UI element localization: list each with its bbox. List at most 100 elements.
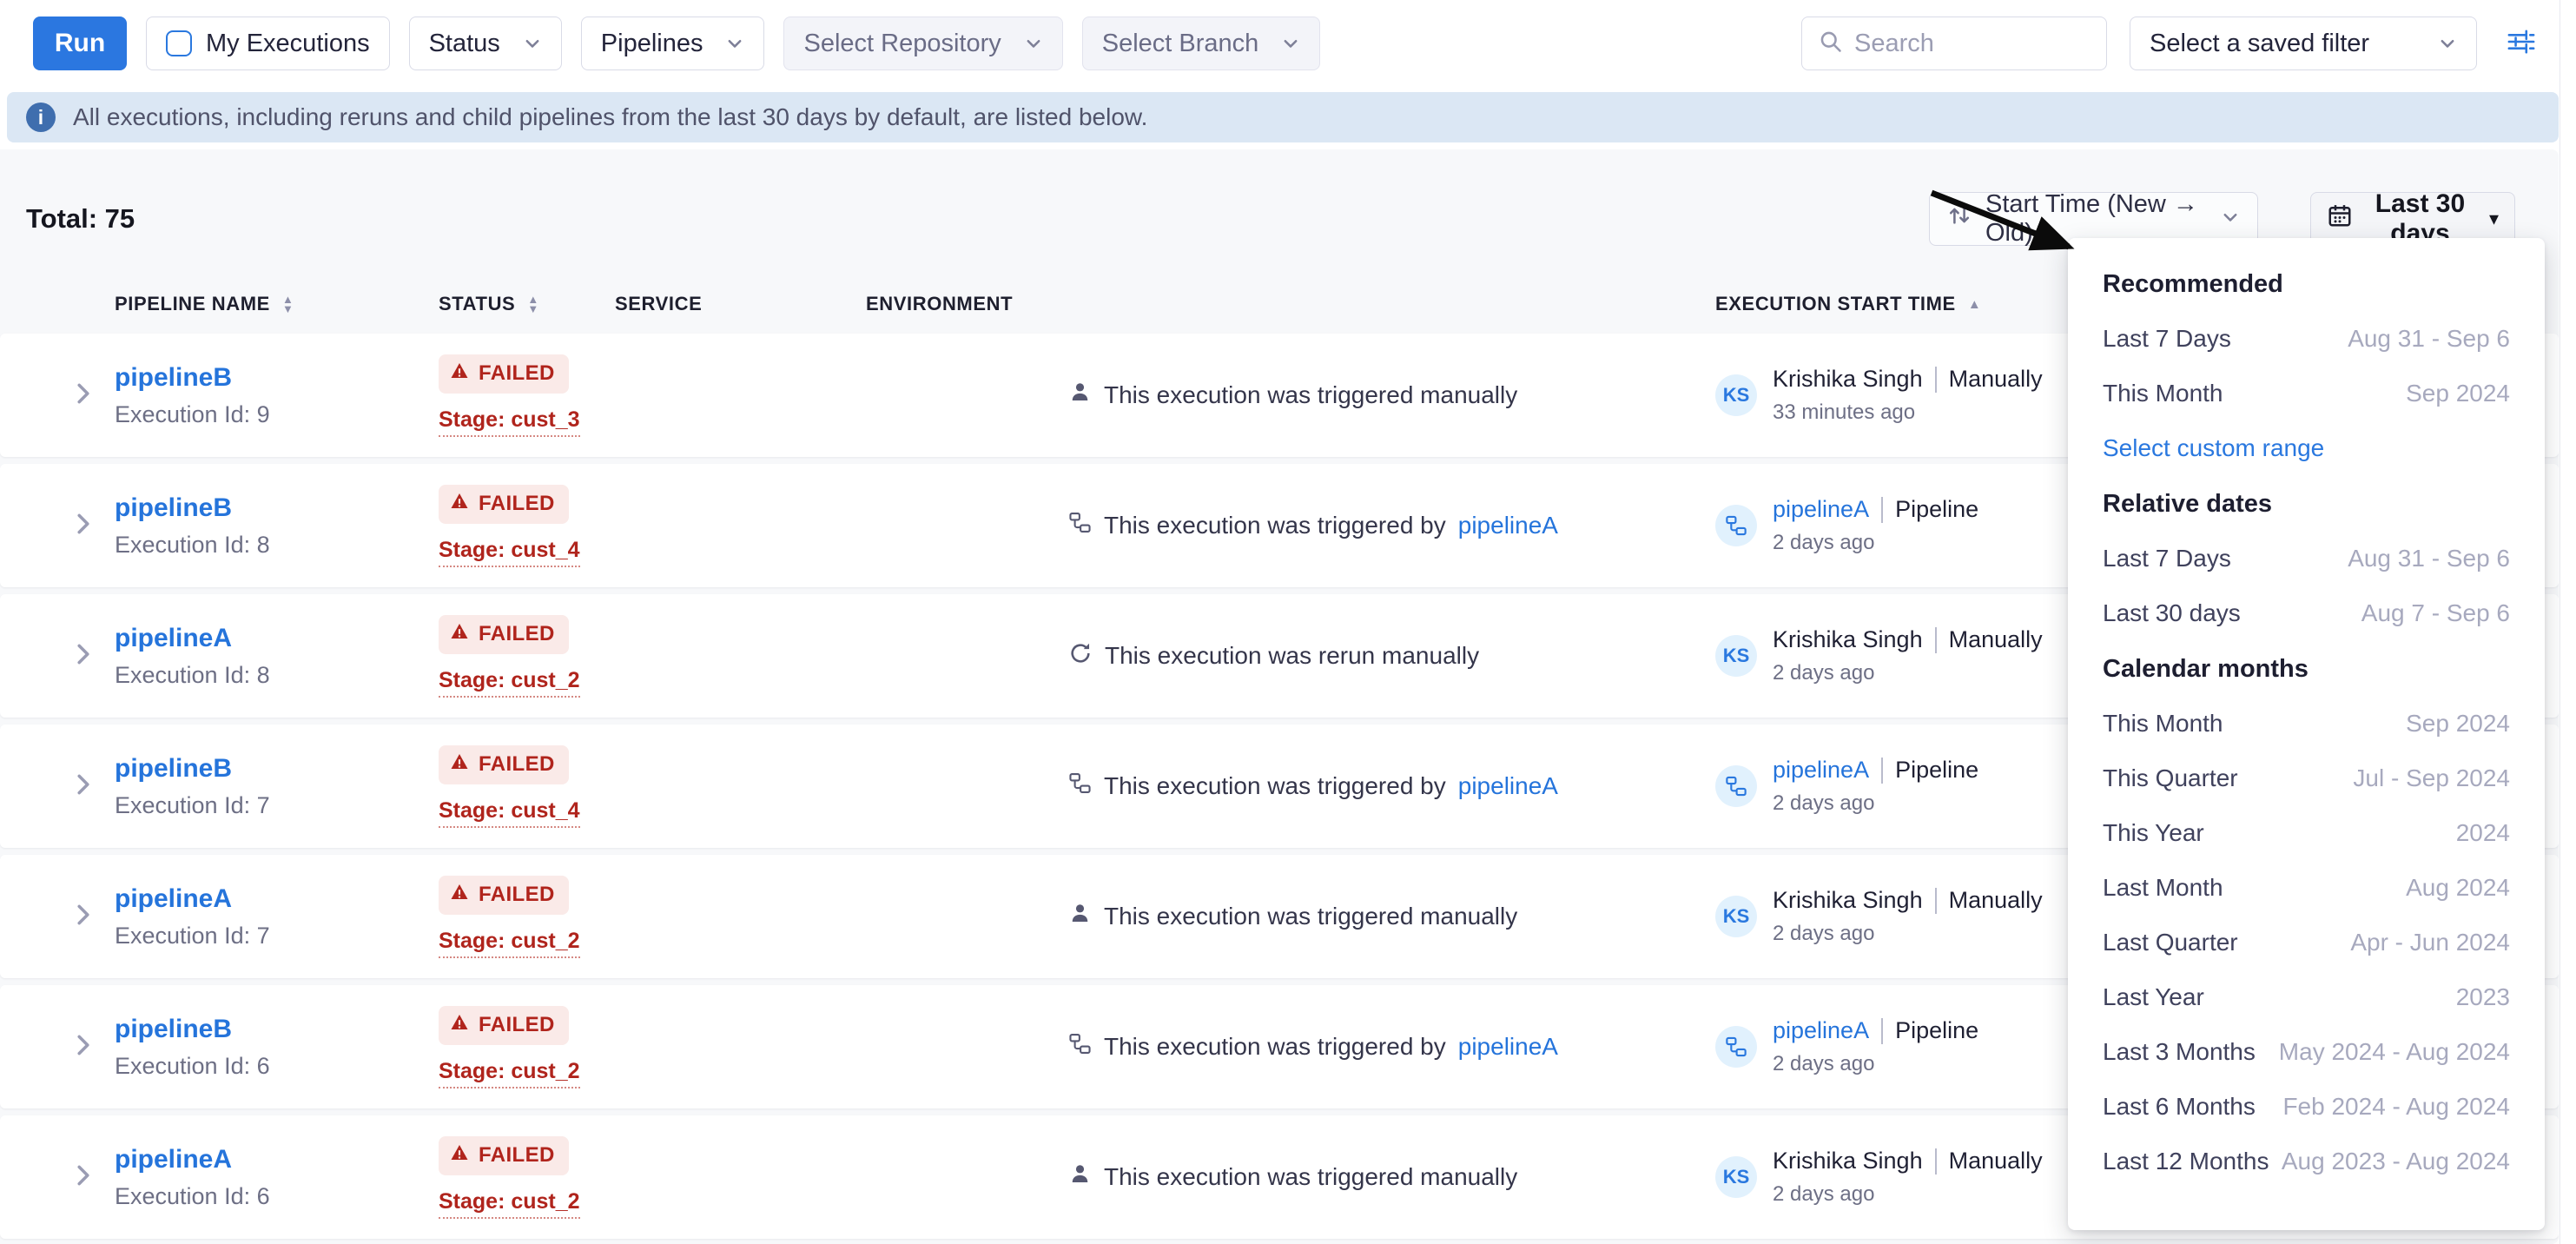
start-time-ago: 2 days ago — [1773, 531, 1978, 555]
menu-item[interactable]: Last 7 Days Aug 31 - Sep 6 — [2103, 324, 2510, 354]
pipeline-name-link[interactable]: pipelineA — [115, 884, 232, 914]
warning-icon — [449, 621, 470, 648]
row-expander[interactable] — [50, 510, 115, 542]
pipeline-name-link[interactable]: pipelineB — [115, 363, 232, 393]
sort-order-icon — [1947, 203, 1972, 235]
warning-icon — [449, 751, 470, 778]
branch-filter-label: Select Branch — [1102, 30, 1259, 58]
search-box[interactable] — [1801, 17, 2107, 70]
calendar-icon — [2327, 202, 2353, 235]
trigger-info: This execution was triggered by pipeline… — [1068, 1032, 1715, 1062]
chevron-right-icon — [69, 380, 97, 412]
pipeline-name-link[interactable]: pipelineB — [115, 1015, 232, 1044]
row-expander[interactable] — [50, 901, 115, 933]
failed-stage-link[interactable]: Stage: cust_2 — [439, 929, 580, 958]
row-expander[interactable] — [50, 771, 115, 803]
checkbox-icon[interactable] — [166, 30, 192, 56]
menu-item[interactable]: Last 12 Months Aug 2023 - Aug 2024 — [2103, 1147, 2510, 1176]
search-input[interactable] — [1854, 30, 2063, 58]
starter-pipeline-link[interactable]: pipelineA — [1773, 496, 1869, 523]
status-filter-dropdown[interactable]: Status — [409, 17, 562, 70]
menu-item[interactable]: Last Month Aug 2024 — [2103, 873, 2510, 903]
failed-stage-link[interactable]: Stage: cust_2 — [439, 668, 580, 698]
pipeline-name-link[interactable]: pipelineA — [115, 624, 232, 653]
pipelines-filter-dropdown[interactable]: Pipelines — [581, 17, 765, 70]
execution-id: Execution Id: 9 — [115, 401, 439, 428]
menu-item-range: Aug 2023 - Aug 2024 — [2282, 1147, 2510, 1176]
separator — [1881, 1018, 1883, 1044]
header-pipeline-name[interactable]: PIPELINE NAME ▲▼ — [115, 293, 439, 315]
menu-item[interactable]: Last Quarter Apr - Jun 2024 — [2103, 928, 2510, 957]
failed-stage-link[interactable]: Stage: cust_4 — [439, 538, 580, 567]
menu-item[interactable]: This Year 2024 — [2103, 818, 2510, 848]
failed-stage-link[interactable]: Stage: cust_2 — [439, 1189, 580, 1219]
separator — [1881, 758, 1883, 784]
menu-item[interactable]: Last 3 Months May 2024 - Aug 2024 — [2103, 1037, 2510, 1067]
date-range-menu: Recommended Last 7 Days Aug 31 - Sep 6 T… — [2068, 238, 2545, 1230]
warning-icon — [449, 1012, 470, 1039]
starter-pipeline-link[interactable]: pipelineA — [1773, 1017, 1869, 1044]
menu-item-label: Last 7 Days — [2103, 324, 2231, 354]
run-button[interactable]: Run — [33, 17, 127, 70]
menu-item[interactable]: Last Year 2023 — [2103, 983, 2510, 1012]
trigger-mode: Manually — [1949, 1148, 2043, 1175]
menu-item-range: Aug 31 - Sep 6 — [2348, 324, 2510, 354]
trigger-text: This execution was triggered by — [1104, 1033, 1446, 1061]
failed-stage-link[interactable]: Stage: cust_4 — [439, 798, 580, 828]
starter-name: Krishika Singh — [1773, 366, 1923, 393]
row-expander[interactable] — [50, 1161, 115, 1194]
branch-filter-dropdown[interactable]: Select Branch — [1082, 17, 1321, 70]
menu-item-label: Last 3 Months — [2103, 1037, 2256, 1067]
trigger-text: This execution was triggered by — [1104, 512, 1446, 539]
sort-icon[interactable]: ▲▼ — [282, 294, 294, 314]
select-custom-range-link[interactable]: Select custom range — [2103, 433, 2510, 463]
my-executions-checkbox[interactable]: My Executions — [146, 17, 390, 70]
row-expander[interactable] — [50, 640, 115, 672]
row-expander[interactable] — [50, 380, 115, 412]
pipeline-name-link[interactable]: pipelineB — [115, 493, 232, 523]
menu-item-label: Select custom range — [2103, 433, 2324, 463]
menu-item-range: Aug 31 - Sep 6 — [2348, 544, 2510, 573]
filter-settings-button[interactable] — [2500, 22, 2543, 65]
status-badge: FAILED — [439, 745, 569, 784]
menu-item-label: Last Month — [2103, 873, 2223, 903]
trigger-text: This execution was triggered manually — [1104, 903, 1517, 930]
menu-item-label: Last 30 days — [2103, 599, 2241, 628]
execution-id: Execution Id: 7 — [115, 792, 439, 819]
starter-pipeline-link[interactable]: pipelineA — [1773, 757, 1869, 784]
starter-name: Krishika Singh — [1773, 626, 1923, 653]
header-status[interactable]: STATUS ▲▼ — [439, 293, 615, 315]
pipeline-avatar — [1715, 1026, 1757, 1068]
user-icon — [1068, 902, 1092, 931]
menu-item[interactable]: Last 6 Months Feb 2024 - Aug 2024 — [2103, 1092, 2510, 1122]
warning-icon — [449, 361, 470, 387]
trigger-pipeline-link[interactable]: pipelineA — [1458, 512, 1558, 539]
chevron-right-icon — [69, 510, 97, 542]
status-filter-label: Status — [429, 30, 500, 58]
separator — [1935, 1148, 1937, 1175]
menu-item[interactable]: This Month Sep 2024 — [2103, 709, 2510, 738]
pipeline-name-link[interactable]: pipelineB — [115, 754, 232, 784]
user-initials-avatar: KS — [1715, 1156, 1757, 1198]
start-time-ago: 2 days ago — [1773, 791, 1978, 816]
saved-filter-dropdown[interactable]: Select a saved filter — [2130, 17, 2477, 70]
repository-filter-label: Select Repository — [803, 30, 1001, 58]
chevron-right-icon — [69, 1161, 97, 1194]
menu-item[interactable]: Last 7 Days Aug 31 - Sep 6 — [2103, 544, 2510, 573]
menu-item[interactable]: This Quarter Jul - Sep 2024 — [2103, 764, 2510, 793]
row-expander[interactable] — [50, 1031, 115, 1063]
sort-icon[interactable]: ▲▼ — [527, 294, 538, 314]
menu-item-range: Sep 2024 — [2406, 379, 2510, 408]
pipeline-name-link[interactable]: pipelineA — [115, 1145, 232, 1175]
trigger-pipeline-link[interactable]: pipelineA — [1458, 1033, 1558, 1061]
separator — [1935, 627, 1937, 653]
failed-stage-link[interactable]: Stage: cust_3 — [439, 407, 580, 437]
menu-item[interactable]: Last 30 days Aug 7 - Sep 6 — [2103, 599, 2510, 628]
repository-filter-dropdown[interactable]: Select Repository — [783, 17, 1062, 70]
failed-stage-link[interactable]: Stage: cust_2 — [439, 1059, 580, 1088]
chevron-right-icon — [69, 771, 97, 803]
trigger-info: This execution was triggered by pipeline… — [1068, 511, 1715, 540]
pipelines-filter-label: Pipelines — [601, 30, 703, 58]
menu-item[interactable]: This Month Sep 2024 — [2103, 379, 2510, 408]
trigger-pipeline-link[interactable]: pipelineA — [1458, 772, 1558, 800]
